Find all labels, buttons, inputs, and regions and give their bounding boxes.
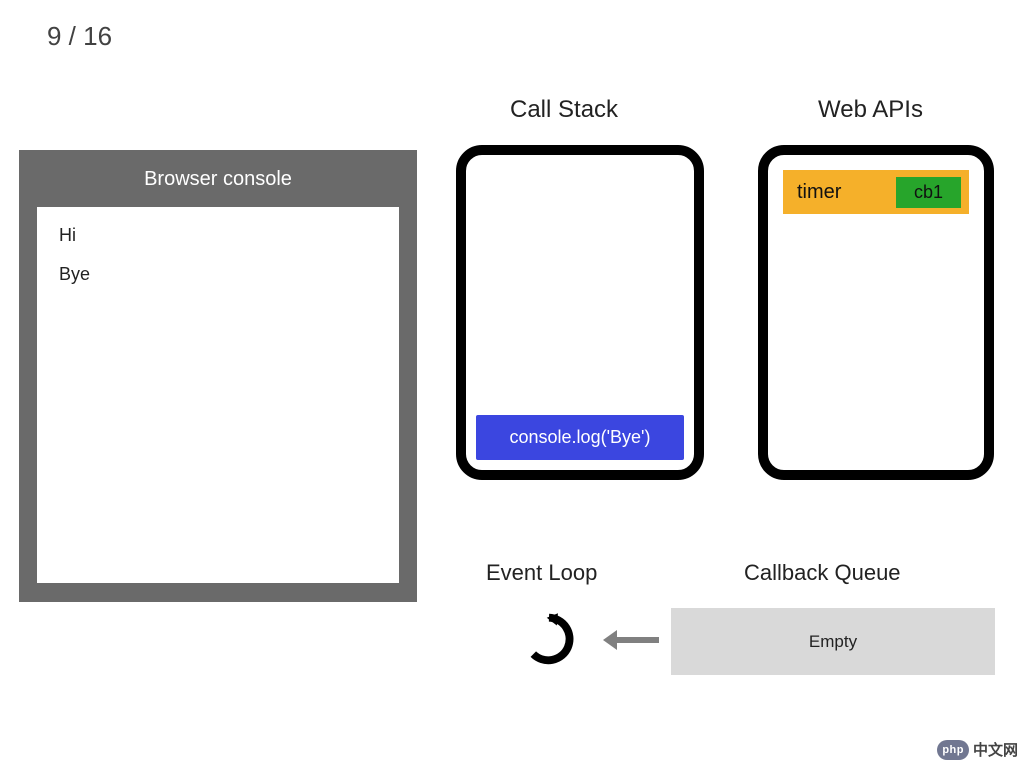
php-badge-icon: php xyxy=(937,740,969,760)
watermark-text: 中文网 xyxy=(973,739,1018,760)
web-api-item: timer cb1 xyxy=(783,170,969,214)
browser-console-title: Browser console xyxy=(19,150,417,207)
arrow-left-icon xyxy=(603,635,659,645)
step-counter: 9 / 16 xyxy=(47,21,112,52)
console-line: Bye xyxy=(59,264,377,285)
callback-queue-title: Callback Queue xyxy=(744,560,901,586)
event-loop-icon xyxy=(521,611,577,667)
call-stack-box: console.log('Bye') xyxy=(456,145,704,480)
callback-queue-status: Empty xyxy=(809,632,857,652)
watermark: php 中文网 xyxy=(937,739,1018,760)
stack-frame: console.log('Bye') xyxy=(476,415,684,460)
console-line: Hi xyxy=(59,225,377,246)
call-stack-title: Call Stack xyxy=(510,96,618,124)
browser-console-panel: Browser console Hi Bye xyxy=(19,150,417,602)
web-apis-title: Web APIs xyxy=(818,96,923,124)
browser-console-body: Hi Bye xyxy=(37,207,399,583)
web-api-callback: cb1 xyxy=(896,177,961,208)
callback-queue-box: Empty xyxy=(671,608,995,675)
event-loop-title: Event Loop xyxy=(486,560,597,586)
web-api-label: timer xyxy=(797,181,841,204)
web-apis-box: timer cb1 xyxy=(758,145,994,480)
